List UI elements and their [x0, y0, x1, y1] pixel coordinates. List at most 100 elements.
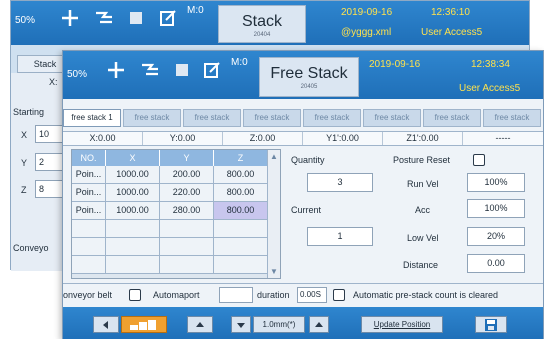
- z-axis-label: Z: [21, 185, 27, 195]
- tab-free-stack-6[interactable]: free stack: [363, 109, 421, 127]
- stack-pattern-button[interactable]: [121, 316, 167, 333]
- x-prefix-label: X:: [49, 77, 58, 87]
- conveyor-belt-label: onveyor belt: [63, 290, 113, 300]
- cell-x: 1000.00: [106, 202, 160, 220]
- jog-cross-icon[interactable]: [103, 57, 129, 83]
- acc-input[interactable]: 100%: [467, 199, 525, 218]
- cell-y: 280.00: [160, 202, 214, 220]
- coord-y1: Y1':0.00: [303, 132, 383, 145]
- robot-arm-icon[interactable]: [137, 57, 163, 83]
- page-code: 20405: [300, 84, 318, 90]
- file-label: @yggg.xml: [341, 27, 392, 38]
- distance-input[interactable]: 0.00: [467, 254, 525, 273]
- low-vel-label: Low Vel: [407, 233, 439, 243]
- x-axis-label: X: [21, 130, 28, 140]
- cell-x: 1000.00: [106, 166, 160, 184]
- up-arrow-button[interactable]: [187, 316, 213, 333]
- duration-input[interactable]: 0.00S: [297, 287, 327, 303]
- tab-free-stack-2[interactable]: free stack: [123, 109, 181, 127]
- robot-arm-icon[interactable]: [91, 5, 117, 31]
- table-row[interactable]: Poin... 1000.00 200.00 800.00: [72, 166, 268, 184]
- free-stack-window: 50% M:0 Free Stack 20405 2019-09-16 12:3…: [62, 50, 544, 339]
- col-x: X: [106, 150, 160, 166]
- conveyor-belt-checkbox[interactable]: [129, 289, 141, 301]
- tab-free-stack-8[interactable]: free stack: [483, 109, 541, 127]
- table-header: NO. X Y Z: [72, 150, 268, 166]
- col-no: NO.: [72, 150, 106, 166]
- quantity-input[interactable]: 3: [307, 173, 373, 192]
- arrow-left-icon: [103, 320, 108, 329]
- scroll-down-icon[interactable]: ▼: [270, 267, 278, 276]
- arrow-down-icon: [237, 322, 245, 328]
- page-title: Free Stack: [270, 65, 348, 82]
- stack-parameters-panel: Quantity 3 Current 1 Posture Reset Run V…: [285, 149, 543, 281]
- automaport-input[interactable]: [219, 287, 253, 303]
- arrow-up-icon: [196, 321, 204, 327]
- screen: 50% M:0 Stack 20404 2019-09-16 12:36:10 …: [0, 0, 544, 339]
- left-arrow-button[interactable]: [93, 316, 119, 333]
- mode-indicator: M:0: [231, 57, 248, 68]
- scroll-up-icon[interactable]: ▲: [270, 152, 278, 161]
- coord-extra: -----: [495, 133, 511, 143]
- coord-z: Z:0.00: [223, 132, 303, 145]
- duration-label: duration: [257, 290, 290, 300]
- options-row: onveyor belt Automaport duration 0.00S A…: [63, 283, 543, 305]
- cell-z: 800.00: [214, 184, 268, 202]
- col-z: Z: [214, 150, 268, 166]
- page-code: 20404: [253, 32, 271, 38]
- cell-z-selected[interactable]: 800.00: [214, 202, 268, 220]
- tab-free-stack-7[interactable]: free stack: [423, 109, 481, 127]
- auto-prestack-checkbox[interactable]: [333, 289, 345, 301]
- page-title-box: Stack 20404: [218, 5, 306, 43]
- floppy-save-icon: [485, 318, 497, 331]
- time-label: 12:36:10: [431, 7, 470, 18]
- step-up-button[interactable]: [309, 316, 329, 333]
- starting-label: Starting: [13, 107, 45, 117]
- table-row-empty: [72, 220, 268, 238]
- stack-header: 50% M:0 Stack 20404 2019-09-16 12:36:10 …: [11, 1, 529, 45]
- user-label: User Access5: [459, 83, 521, 94]
- stop-icon[interactable]: [127, 9, 145, 27]
- save-button[interactable]: [475, 316, 507, 333]
- automaport-label: Automaport: [153, 290, 200, 300]
- cell-y: 220.00: [160, 184, 214, 202]
- cell-z: 800.00: [214, 166, 268, 184]
- down-arrow-button[interactable]: [231, 316, 251, 333]
- low-vel-input[interactable]: 20%: [467, 227, 525, 246]
- coordinate-readout: X:0.00 Y:0.00 Z:0.00 Y1':0.00 Z1':0.00 -…: [63, 131, 543, 146]
- run-vel-input[interactable]: 100%: [467, 173, 525, 192]
- edit-icon[interactable]: [201, 59, 223, 81]
- table-row-empty: [72, 256, 268, 274]
- posture-reset-label: Posture Reset: [393, 155, 451, 165]
- y-axis-label: Y: [21, 158, 28, 168]
- table-row-empty: [72, 238, 268, 256]
- free-stack-header: 50% M:0 Free Stack 20405 2019-09-16 12:3…: [63, 51, 543, 99]
- coord-x: X:0.00: [63, 132, 143, 145]
- table-row[interactable]: Poin... 1000.00 280.00 800.00: [72, 202, 268, 220]
- update-position-button[interactable]: Update Position: [361, 316, 443, 333]
- jog-cross-icon[interactable]: [57, 5, 83, 31]
- table-row[interactable]: Poin... 1000.00 220.00 800.00: [72, 184, 268, 202]
- page-title-box: Free Stack 20405: [259, 57, 359, 97]
- stack-tabs: free stack 1 free stack free stack free …: [63, 109, 543, 127]
- bottom-toolbar: 1.0mm(*) Update Position: [63, 307, 543, 339]
- stop-icon[interactable]: [173, 61, 191, 79]
- tab-free-stack-4[interactable]: free stack: [243, 109, 301, 127]
- date-label: 2019-09-16: [341, 7, 393, 18]
- edit-icon[interactable]: [157, 7, 179, 29]
- tab-free-stack-3[interactable]: free stack: [183, 109, 241, 127]
- col-y: Y: [160, 150, 214, 166]
- jog-step-button[interactable]: 1.0mm(*): [253, 316, 305, 333]
- arrow-up-icon: [315, 321, 323, 327]
- posture-reset-checkbox[interactable]: [473, 154, 485, 166]
- tab-free-stack-5[interactable]: free stack: [303, 109, 361, 127]
- current-input[interactable]: 1: [307, 227, 373, 246]
- tab-free-stack-1[interactable]: free stack 1: [63, 109, 121, 127]
- coord-z1: Z1':0.00: [383, 132, 463, 145]
- coord-y: Y:0.00: [143, 132, 223, 145]
- quantity-label: Quantity: [291, 155, 325, 165]
- user-label: User Access5: [421, 27, 483, 38]
- page-title: Stack: [241, 13, 282, 30]
- distance-label: Distance: [403, 260, 439, 270]
- table-scrollbar[interactable]: ▲ ▼: [267, 150, 280, 278]
